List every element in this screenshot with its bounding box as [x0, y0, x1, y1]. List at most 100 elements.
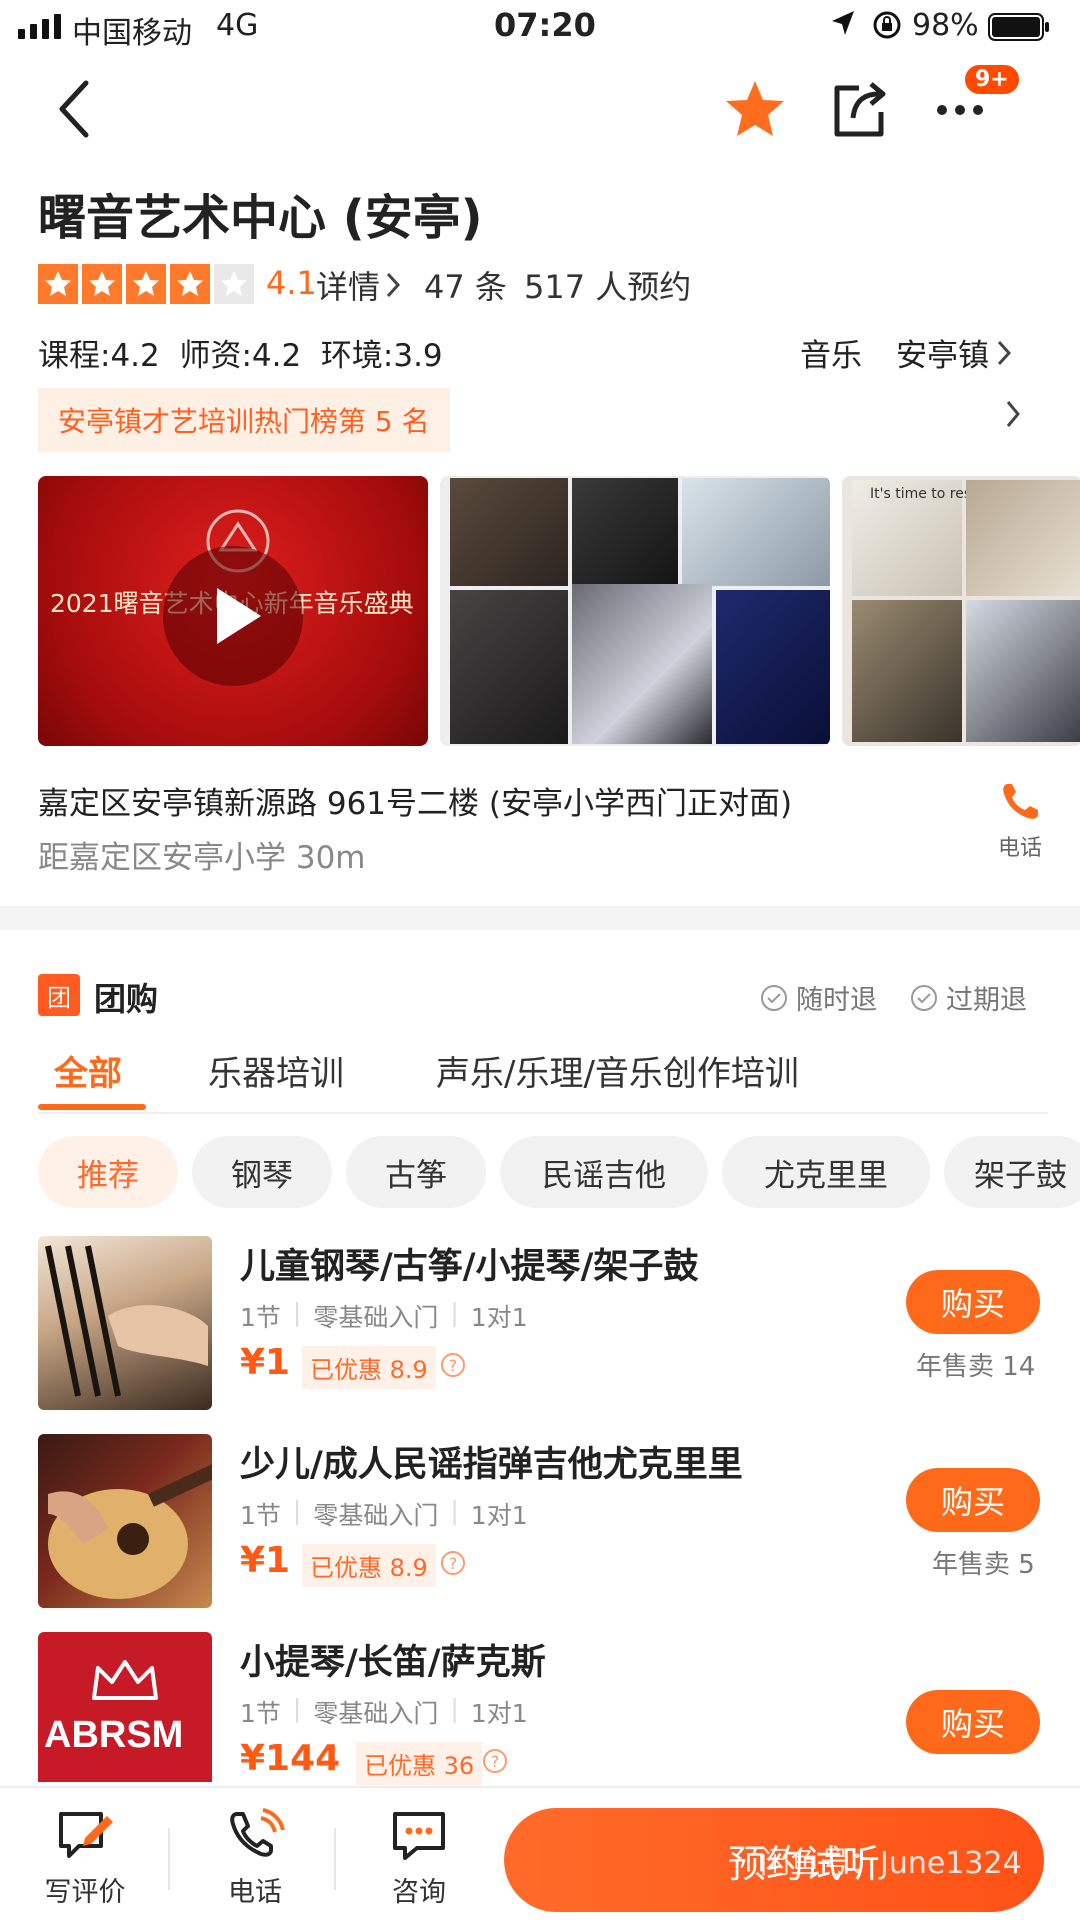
separator	[334, 1828, 336, 1890]
filter-guzheng[interactable]: 古筝	[346, 1136, 486, 1208]
filter-ukulele[interactable]: 尤克里里	[722, 1136, 930, 1208]
tab-all[interactable]: 全部	[54, 1046, 122, 1095]
edit-review-icon	[59, 1812, 113, 1858]
meta-separator: |	[450, 1694, 459, 1723]
review-count[interactable]: 47 条	[424, 262, 507, 308]
call-button[interactable]: 电话	[980, 780, 1060, 862]
star-icon	[214, 264, 254, 304]
buy-button[interactable]: 购买	[906, 1468, 1040, 1532]
help-circle-icon[interactable]: ?	[440, 1352, 466, 1378]
deal-price: ¥144	[240, 1738, 341, 1779]
check-circle-icon	[911, 984, 937, 1011]
deal-thumbnail-guitar[interactable]	[38, 1434, 218, 1608]
chat-icon	[393, 1812, 445, 1860]
deal-mode: 1对1	[470, 1303, 528, 1332]
deal-lessons: 1节	[240, 1501, 281, 1530]
filter-recommended[interactable]: 推荐	[38, 1136, 178, 1208]
deal-thumbnail-piano[interactable]	[38, 1236, 212, 1410]
expiry-refund: 过期退	[910, 978, 1027, 1017]
help-circle-icon[interactable]: ?	[482, 1748, 508, 1774]
rating-value: 4.1	[266, 264, 317, 302]
phone-call-icon	[230, 1808, 285, 1857]
filter-folk-guitar[interactable]: 民谣吉他	[500, 1136, 708, 1208]
deal-sold-count: 年售卖 5	[932, 1550, 1035, 1580]
deal-title[interactable]: 小提琴/长笛/萨克斯	[240, 1634, 546, 1685]
filter-piano[interactable]: 钢琴	[192, 1136, 332, 1208]
distance-text: 距嘉定区安亭小学 30m	[38, 840, 366, 876]
tabs-divider	[38, 1112, 1048, 1114]
deal-title[interactable]: 儿童钢琴/古筝/小提琴/架子鼓	[240, 1238, 698, 1289]
help-circle-icon[interactable]: ?	[440, 1550, 466, 1576]
star-icon	[726, 81, 784, 136]
deal-lessons: 1节	[240, 1699, 281, 1728]
photo-caption: It's time to rest	[870, 486, 977, 502]
consult-label: 咨询	[392, 1877, 446, 1908]
svg-text:?: ?	[491, 1752, 500, 1771]
deal-price: ¥1	[240, 1342, 291, 1383]
piano-keys-icon	[45, 1245, 208, 1397]
town-link[interactable]: 安亭镇	[896, 330, 1013, 375]
deal-meta: 1节 | 零基础入门 | 1对1	[240, 1694, 528, 1730]
anytime-refund-label: 随时退	[796, 985, 877, 1016]
svg-text:?: ?	[449, 1554, 458, 1573]
gallery-photo-collage[interactable]	[440, 476, 830, 746]
deal-thumbnail-abrsm[interactable]: ABRSM	[38, 1632, 212, 1782]
deal-meta: 1节 | 零基础入门 | 1对1	[240, 1496, 528, 1532]
thumbnail-brand-text: ABRSM	[44, 1714, 184, 1756]
section-divider	[0, 906, 1080, 930]
phone-label: 电话	[228, 1877, 282, 1908]
deal-discount: 已优惠 8.9	[302, 1346, 436, 1389]
location-arrow-icon	[830, 8, 856, 46]
check-circle-icon	[761, 984, 787, 1011]
video-thumbnail[interactable]: 2021曙音艺术中心新年音乐盛典	[38, 476, 428, 746]
filter-drums[interactable]: 架子鼓	[944, 1136, 1080, 1208]
favorite-button[interactable]	[722, 76, 788, 142]
share-button[interactable]	[826, 74, 892, 144]
deal-discount: 已优惠 36	[356, 1742, 483, 1785]
category-label[interactable]: 音乐	[800, 330, 862, 375]
chevron-right-icon	[1006, 401, 1020, 427]
deal-lessons: 1节	[240, 1303, 281, 1332]
crown-icon	[92, 1660, 158, 1700]
star-icon	[126, 264, 166, 304]
buy-button[interactable]: 购买	[906, 1690, 1040, 1754]
buy-button[interactable]: 购买	[906, 1270, 1040, 1334]
deal-title[interactable]: 少儿/成人民谣指弹吉他尤克里里	[240, 1436, 743, 1487]
deal-level: 零基础入门	[313, 1699, 439, 1728]
battery-percent: 98%	[912, 8, 979, 43]
details-link[interactable]: 详情	[316, 262, 402, 308]
play-icon	[217, 588, 261, 644]
status-bar: 中国移动 4G 07:20 98%	[0, 0, 1080, 54]
phone-button[interactable]: 电话	[200, 1808, 310, 1909]
bottom-action-bar: 写评价 电话 咨询 预约试听 闲鱼号：June1324	[0, 1786, 1080, 1920]
back-button[interactable]	[44, 74, 104, 144]
gallery-photo-students[interactable]: It's time to rest	[842, 476, 1080, 746]
meta-separator: |	[292, 1496, 302, 1525]
deal-price: ¥1	[240, 1540, 291, 1581]
phone-icon	[1003, 784, 1038, 819]
meta-separator: |	[450, 1298, 459, 1327]
write-review-label: 写评价	[44, 1877, 126, 1908]
deal-sold-count: 年售卖 14	[916, 1352, 1036, 1382]
meta-separator: |	[450, 1496, 459, 1525]
share-icon	[834, 82, 886, 137]
star-icon	[170, 264, 210, 304]
tab-active-indicator	[38, 1104, 146, 1110]
deal-level: 零基础入门	[313, 1303, 439, 1332]
consult-button[interactable]: 咨询	[364, 1808, 474, 1909]
address-text[interactable]: 嘉定区安亭镇新源路 961号二楼 (安亭小学西门正对面)	[38, 778, 792, 823]
guitar-icon	[48, 1464, 218, 1599]
more-dots-icon	[937, 105, 983, 115]
tab-vocal-theory[interactable]: 声乐/乐理/音乐创作培训	[436, 1046, 799, 1095]
group-buy-icon: 团	[38, 974, 80, 1016]
clock: 07:20	[494, 6, 596, 44]
group-buy-title: 团购	[94, 980, 159, 1018]
play-button[interactable]	[163, 546, 303, 686]
rank-row[interactable]: 安亭镇才艺培训热门榜第 5 名	[38, 388, 1048, 452]
write-review-button[interactable]: 写评价	[30, 1808, 140, 1909]
rank-tag: 安亭镇才艺培训热门榜第 5 名	[38, 388, 450, 452]
call-label: 电话	[997, 836, 1042, 861]
deal-mode: 1对1	[470, 1699, 528, 1728]
expiry-refund-label: 过期退	[946, 985, 1027, 1016]
tab-instrument-training[interactable]: 乐器培训	[208, 1046, 344, 1095]
